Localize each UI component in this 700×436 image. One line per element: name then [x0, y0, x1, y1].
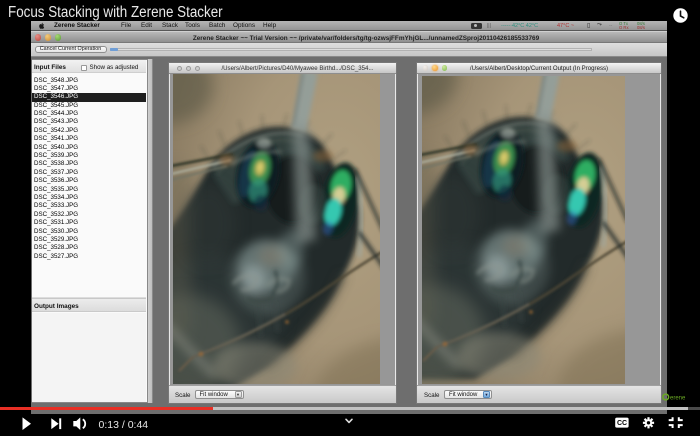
svg-text:0:13 / 0:44: 0:13 / 0:44 — [99, 419, 149, 431]
svg-text:CC: CC — [617, 420, 627, 427]
svg-text:erene: erene — [670, 395, 686, 401]
